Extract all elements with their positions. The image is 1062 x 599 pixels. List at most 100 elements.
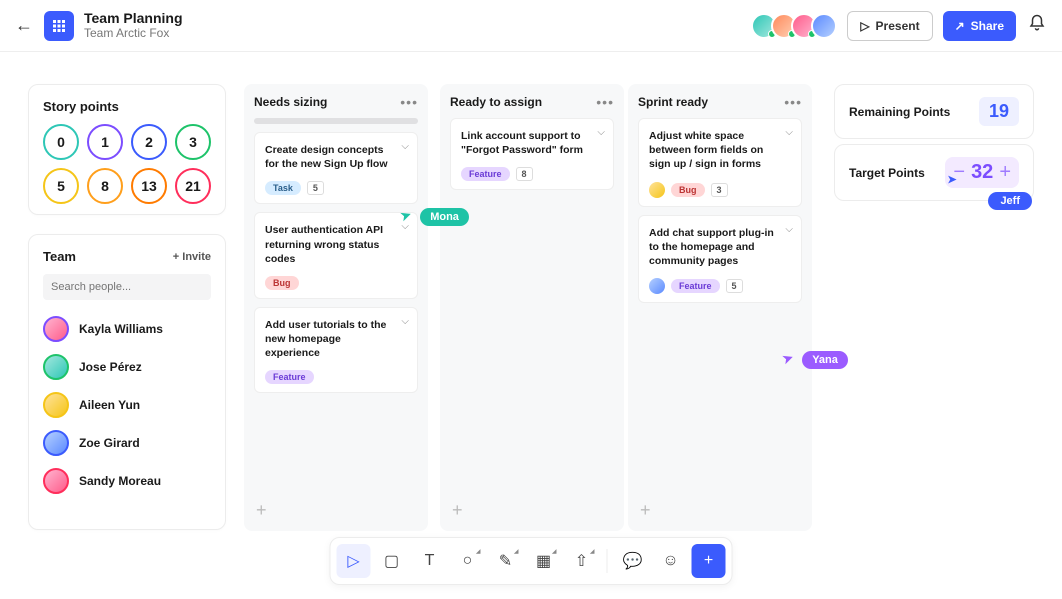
share-label: Share bbox=[971, 19, 1004, 33]
plus-button[interactable]: + bbox=[999, 161, 1011, 184]
tool-pointer-icon[interactable]: ▷ bbox=[337, 544, 371, 578]
story-point-chip[interactable]: 13 bbox=[131, 168, 167, 204]
team-member[interactable]: Zoe Girard bbox=[43, 424, 211, 462]
target-value: 32 bbox=[971, 161, 993, 184]
notifications-icon[interactable] bbox=[1026, 14, 1048, 37]
avatar bbox=[43, 392, 69, 418]
tool-note-icon[interactable]: ▢ bbox=[375, 544, 409, 578]
assignee-avatar bbox=[649, 278, 665, 294]
member-name: Jose Pérez bbox=[79, 360, 142, 374]
cursor-mona: ➤ Mona bbox=[400, 207, 469, 225]
tag-row: Bug bbox=[265, 276, 407, 290]
tool-shape-icon[interactable]: ○◢ bbox=[451, 544, 485, 578]
story-point-chip[interactable]: 0 bbox=[43, 124, 79, 160]
story-point-chip[interactable]: 2 bbox=[131, 124, 167, 160]
avatar bbox=[43, 430, 69, 456]
card[interactable]: ⌵Link account support to "Forgot Passwor… bbox=[450, 118, 614, 190]
card[interactable]: ⌵Add user tutorials to the new homepage … bbox=[254, 307, 418, 394]
tool-pen-icon[interactable]: ✎◢ bbox=[489, 544, 523, 578]
present-label: Present bbox=[876, 19, 920, 33]
add-card-button[interactable]: + bbox=[256, 500, 267, 521]
card-title: Adjust white space between form fields o… bbox=[649, 129, 791, 172]
story-point-chip[interactable]: 8 bbox=[87, 168, 123, 204]
remaining-value: 19 bbox=[979, 97, 1019, 126]
invite-button[interactable]: + Invite bbox=[173, 251, 211, 263]
chevron-down-icon[interactable]: ⌵ bbox=[401, 316, 409, 327]
doc-icon[interactable] bbox=[44, 11, 74, 41]
story-point-chip[interactable]: 3 bbox=[175, 124, 211, 160]
back-arrow-icon[interactable]: ← bbox=[14, 15, 34, 36]
card[interactable]: ⌵Add chat support plug-in to the homepag… bbox=[638, 215, 802, 304]
story-point-chip[interactable]: 1 bbox=[87, 124, 123, 160]
member-name: Kayla Williams bbox=[79, 322, 163, 336]
tool-add-button[interactable]: + bbox=[692, 544, 726, 578]
chevron-down-icon[interactable]: ⌵ bbox=[785, 127, 793, 138]
tag-task: Task bbox=[265, 181, 301, 195]
member-name: Sandy Moreau bbox=[79, 474, 161, 488]
story-point-chip[interactable]: 21 bbox=[175, 168, 211, 204]
card[interactable]: ⌵Adjust white space between form fields … bbox=[638, 118, 802, 207]
canvas[interactable]: Story points 0123581321 Team + Invite Ka… bbox=[0, 52, 1062, 599]
member-name: Aileen Yun bbox=[79, 398, 140, 412]
points-badge: 5 bbox=[307, 181, 324, 195]
team-member[interactable]: Kayla Williams bbox=[43, 310, 211, 348]
presence-avatars[interactable] bbox=[757, 13, 837, 39]
remaining-points-stat: Remaining Points 19 bbox=[834, 84, 1034, 139]
tag-row: Feature8 bbox=[461, 167, 603, 181]
chevron-down-icon[interactable]: ⌵ bbox=[785, 224, 793, 235]
tool-comment-icon[interactable]: 💬 bbox=[616, 544, 650, 578]
more-icon[interactable]: ••• bbox=[784, 94, 802, 110]
team-panel: Team + Invite Kayla WilliamsJose PérezAi… bbox=[28, 234, 226, 530]
column-title: Needs sizing bbox=[254, 95, 327, 109]
tag-feature: Feature bbox=[461, 167, 510, 181]
card-title: User authentication API returning wrong … bbox=[265, 223, 407, 266]
story-points-grid: 0123 581321 bbox=[43, 124, 211, 204]
target-label: Target Points bbox=[849, 166, 925, 180]
share-icon: ↗ bbox=[955, 19, 965, 33]
more-icon[interactable]: ••• bbox=[400, 94, 418, 110]
tag-bug: Bug bbox=[671, 183, 705, 197]
presence-avatar[interactable] bbox=[811, 13, 837, 39]
target-stepper[interactable]: ➤ − 32 + bbox=[945, 157, 1019, 188]
column-needs-sizing: Needs sizing•••⌵Create design concepts f… bbox=[244, 84, 428, 531]
card-title: Add user tutorials to the new homepage e… bbox=[265, 318, 407, 361]
story-point-chip[interactable]: 5 bbox=[43, 168, 79, 204]
points-badge: 5 bbox=[726, 279, 743, 293]
search-input[interactable] bbox=[43, 274, 211, 300]
tag-row: Feature bbox=[265, 370, 407, 384]
column-title: Ready to assign bbox=[450, 95, 542, 109]
add-card-button[interactable]: + bbox=[640, 500, 651, 521]
header: ← Team Planning Team Arctic Fox ▷ Presen… bbox=[0, 0, 1062, 52]
card[interactable]: ⌵User authentication API returning wrong… bbox=[254, 212, 418, 299]
cursor-arrow-icon: ➤ bbox=[397, 206, 414, 226]
more-icon[interactable]: ••• bbox=[596, 94, 614, 110]
team-member[interactable]: Jose Pérez bbox=[43, 348, 211, 386]
tool-sticker-icon[interactable]: ☺ bbox=[654, 544, 688, 578]
team-member[interactable]: Aileen Yun bbox=[43, 386, 211, 424]
cursor-jeff: Jeff bbox=[988, 192, 1032, 210]
team-member[interactable]: Sandy Moreau bbox=[43, 462, 211, 500]
tag-bug: Bug bbox=[265, 276, 299, 290]
cursor-label: Mona bbox=[420, 208, 469, 226]
card-title: Add chat support plug-in to the homepage… bbox=[649, 226, 791, 269]
avatar bbox=[43, 468, 69, 494]
card[interactable]: ⌵Create design concepts for the new Sign… bbox=[254, 132, 418, 204]
tool-grid-icon[interactable]: ▦◢ bbox=[527, 544, 561, 578]
assignee-avatar bbox=[649, 182, 665, 198]
page-subtitle: Team Arctic Fox bbox=[84, 27, 183, 40]
member-name: Zoe Girard bbox=[79, 436, 140, 450]
progress-bar bbox=[254, 118, 418, 124]
present-button[interactable]: ▷ Present bbox=[847, 11, 932, 41]
tag-row: Task 5 bbox=[265, 181, 407, 195]
chevron-down-icon[interactable]: ⌵ bbox=[401, 141, 409, 152]
column-ready-to-assign: Ready to assign ••• ⌵Link account support … bbox=[440, 84, 624, 531]
minus-button[interactable]: − bbox=[953, 161, 965, 184]
avatar bbox=[43, 354, 69, 380]
share-button[interactable]: ↗ Share bbox=[943, 11, 1016, 41]
chevron-down-icon[interactable]: ⌵ bbox=[597, 127, 605, 138]
add-card-button[interactable]: + bbox=[452, 500, 463, 521]
card-title: Create design concepts for the new Sign … bbox=[265, 143, 407, 171]
tool-text-icon[interactable]: T bbox=[413, 544, 447, 578]
tool-upload-icon[interactable]: ⇧◢ bbox=[565, 544, 599, 578]
column-title: Sprint ready bbox=[638, 95, 708, 109]
